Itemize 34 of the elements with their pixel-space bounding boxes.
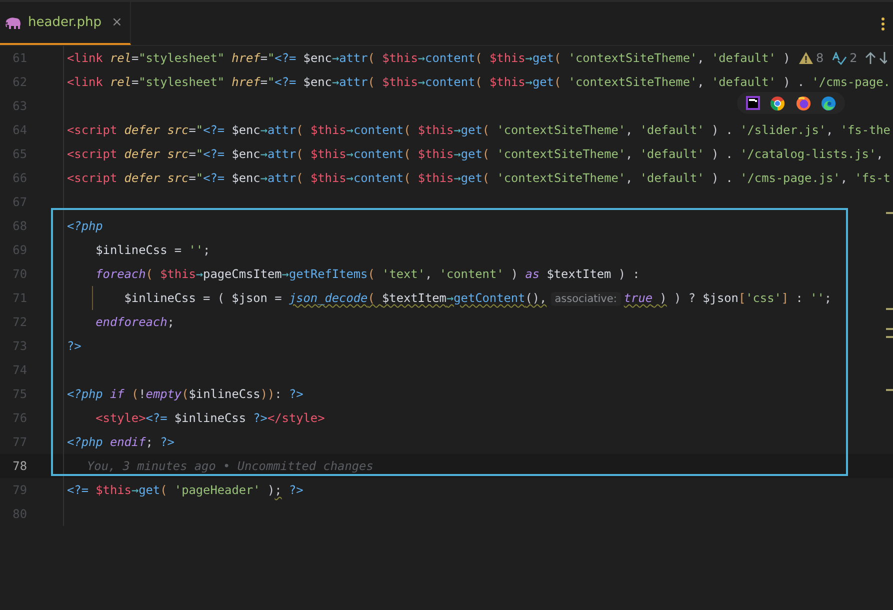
spellcheck-icon[interactable] (832, 52, 847, 64)
code-line: foreach( $this→pageCmsItem→getRefItems( 'text', 'content' ) as $textItem ) : (94, 266, 640, 283)
close-button[interactable]: × (111, 15, 122, 30)
code-line: <link rel="stylesheet" href="<?= $enc→attr( $this→content( $this→get( 'contextSiteTheme', 'default' ) . '/cms-page. (67, 74, 890, 91)
browser-icon[interactable] (820, 96, 836, 110)
down-arrow-icon[interactable] (879, 52, 888, 64)
scrollbar-mark[interactable] (886, 308, 893, 310)
up-arrow-icon[interactable] (865, 52, 876, 64)
scrollbar-mark[interactable] (886, 212, 893, 214)
browser-icon[interactable] (796, 96, 811, 110)
browser-icon[interactable] (746, 96, 760, 110)
code-line: <script defer src="<?= $enc→attr( $this→content( $this→get( 'contextSiteTheme', 'default' ) . '/catalog-lists.js', (67, 146, 884, 163)
line-number: 78 (12, 459, 27, 473)
code-line: $inlineCss = ''; (94, 242, 210, 259)
code-line: <style><?= $inlineCss ?></style> (94, 410, 325, 427)
code-line: ?> (67, 338, 82, 355)
blame-annotation: You, 3 minutes ago • Uncommitted changes (87, 459, 374, 473)
code-line: <script defer src="<?= $enc→attr( $this→content( $this→get( 'contextSiteTheme', 'default' ) . '/slider.js', 'fs-the (67, 122, 890, 139)
code-line: <script defer src="<?= $enc→attr( $this→content( $this→get( 'contextSiteTheme', 'default' ) . '/cms-page.js', 'fs-t (67, 170, 890, 187)
typo-count: 2 (850, 51, 858, 65)
code-line: <?php if (!empty($inlineCss)): ?> (67, 386, 304, 403)
warning-count: 8 (816, 51, 824, 65)
code-line: <?php (67, 218, 103, 235)
browser-icon[interactable] (770, 96, 786, 110)
code-line: <?= $this→get( 'pageHeader' ); ?> (67, 482, 304, 499)
code-line: <?php endif; ?> (67, 434, 174, 451)
file-tab[interactable]: header.php × (0, 2, 132, 45)
elephant-icon (5, 16, 22, 28)
more-options-icon[interactable] (881, 16, 885, 30)
code-line: <link rel="stylesheet" href="<?= $enc→attr( $this→content( $this→get( 'contextSiteTheme', 'default' ) (67, 50, 790, 67)
code-line: $inlineCss = ( $json = json_decode( $textItem→getContent(), associative: true ) ) ? $json['css'] : ''; (123, 290, 832, 308)
warning-icon[interactable] (799, 52, 813, 64)
code-line: endforeach; (94, 314, 174, 331)
scrollbar-mark[interactable] (886, 389, 893, 391)
